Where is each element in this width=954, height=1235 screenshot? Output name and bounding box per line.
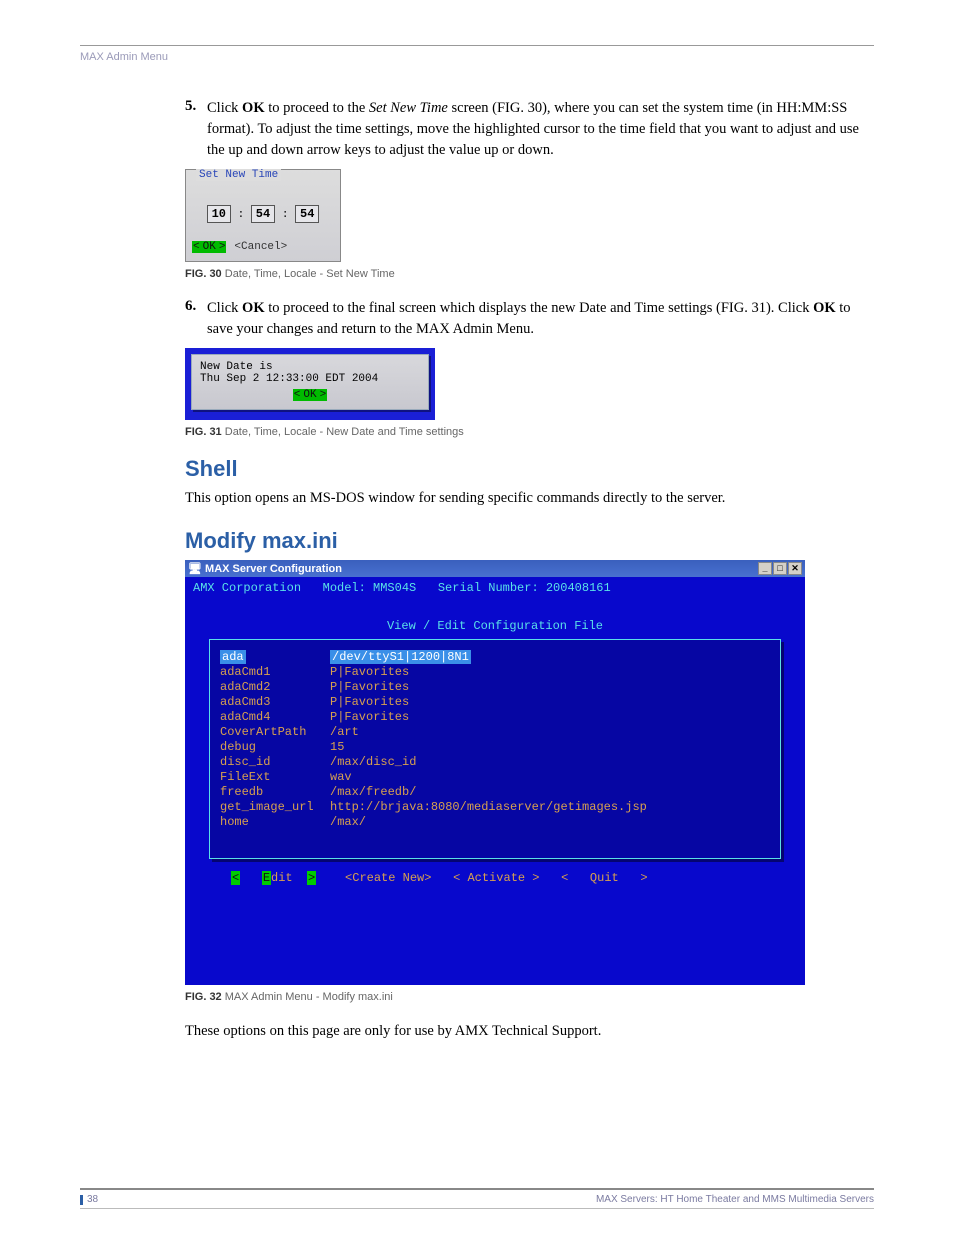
fig31-caption: FIG. 31 Date, Time, Locale - New Date an… (185, 426, 874, 438)
page-footer: 38 MAX Servers: HT Home Theater and MMS … (80, 1188, 874, 1209)
fig32-caption: FIG. 32 MAX Admin Menu - Modify max.ini (185, 991, 874, 1003)
ok-button[interactable]: OK (293, 389, 327, 401)
step5-number: 5. (185, 98, 207, 161)
fig30-caption: FIG. 30 Date, Time, Locale - Set New Tim… (185, 268, 874, 280)
page-number: 38 (87, 1194, 98, 1205)
config-row[interactable]: debug15 (220, 740, 770, 755)
config-row[interactable]: freedb/max/freedb/ (220, 785, 770, 800)
step5-text: Click OK to proceed to the Set New Time … (207, 98, 874, 161)
bottom-paragraph: These options on this page are only for … (185, 1021, 874, 1041)
config-row[interactable]: adaCmd4P|Favorites (220, 710, 770, 725)
cancel-button[interactable]: <Cancel> (234, 241, 287, 253)
minimize-icon[interactable]: _ (758, 562, 772, 575)
config-header: AMX Corporation Model: MMS04S Serial Num… (185, 577, 805, 599)
config-row[interactable]: ada/dev/ttyS1|1200|8N1 (220, 650, 770, 665)
config-button-row: < Edit > <Create New> < Activate > < Qui… (185, 867, 805, 895)
config-row[interactable]: adaCmd1P|Favorites (220, 665, 770, 680)
maximize-icon[interactable]: □ (773, 562, 787, 575)
fig31-line2: Thu Sep 2 12:33:00 EDT 2004 (200, 373, 420, 385)
shell-heading: Shell (185, 456, 874, 482)
edit-button[interactable]: E (262, 871, 271, 885)
hh-field[interactable]: 10 (207, 205, 231, 223)
modify-heading: Modify max.ini (185, 528, 874, 554)
window-title: 🖥 MAX Server Configuration (188, 562, 342, 575)
config-row[interactable]: home/max/ (220, 815, 770, 830)
fig31-screenshot: New Date is Thu Sep 2 12:33:00 EDT 2004 … (185, 348, 435, 420)
create-new-button[interactable]: <Create New> (345, 871, 431, 885)
activate-button[interactable]: < Activate > (453, 871, 539, 885)
ok-button[interactable]: OK (192, 241, 226, 253)
fig32-screenshot: 🖥 MAX Server Configuration _ □ ✕ AMX Cor… (185, 560, 805, 985)
footer-right: MAX Servers: HT Home Theater and MMS Mul… (596, 1194, 874, 1205)
step6-number: 6. (185, 298, 207, 340)
config-row[interactable]: CoverArtPath/art (220, 725, 770, 740)
ss-field[interactable]: 54 (295, 205, 319, 223)
config-row[interactable]: adaCmd3P|Favorites (220, 695, 770, 710)
angle-right-icon: > (307, 871, 316, 885)
shell-body: This option opens an MS-DOS window for s… (185, 488, 874, 508)
fig30-legend: Set New Time (196, 169, 281, 181)
config-row[interactable]: adaCmd2P|Favorites (220, 680, 770, 695)
mm-field[interactable]: 54 (251, 205, 275, 223)
fig31-line1: New Date is (200, 361, 420, 373)
config-row[interactable]: get_image_urlhttp://brjava:8080/mediaser… (220, 800, 770, 815)
config-row[interactable]: disc_id/max/disc_id (220, 755, 770, 770)
close-icon[interactable]: ✕ (788, 562, 802, 575)
fig30-screenshot: Set New Time 10 : 54 : 54 OK <Cancel> (185, 169, 341, 262)
config-title: View / Edit Configuration File (185, 599, 805, 639)
angle-left-icon: < (231, 871, 240, 885)
quit-button[interactable]: Quit (590, 871, 619, 885)
step6-text: Click OK to proceed to the final screen … (207, 298, 874, 340)
config-row[interactable]: FileExtwav (220, 770, 770, 785)
config-list: ada/dev/ttyS1|1200|8N1adaCmd1P|Favorites… (209, 639, 781, 859)
running-header: MAX Admin Menu (80, 51, 874, 63)
